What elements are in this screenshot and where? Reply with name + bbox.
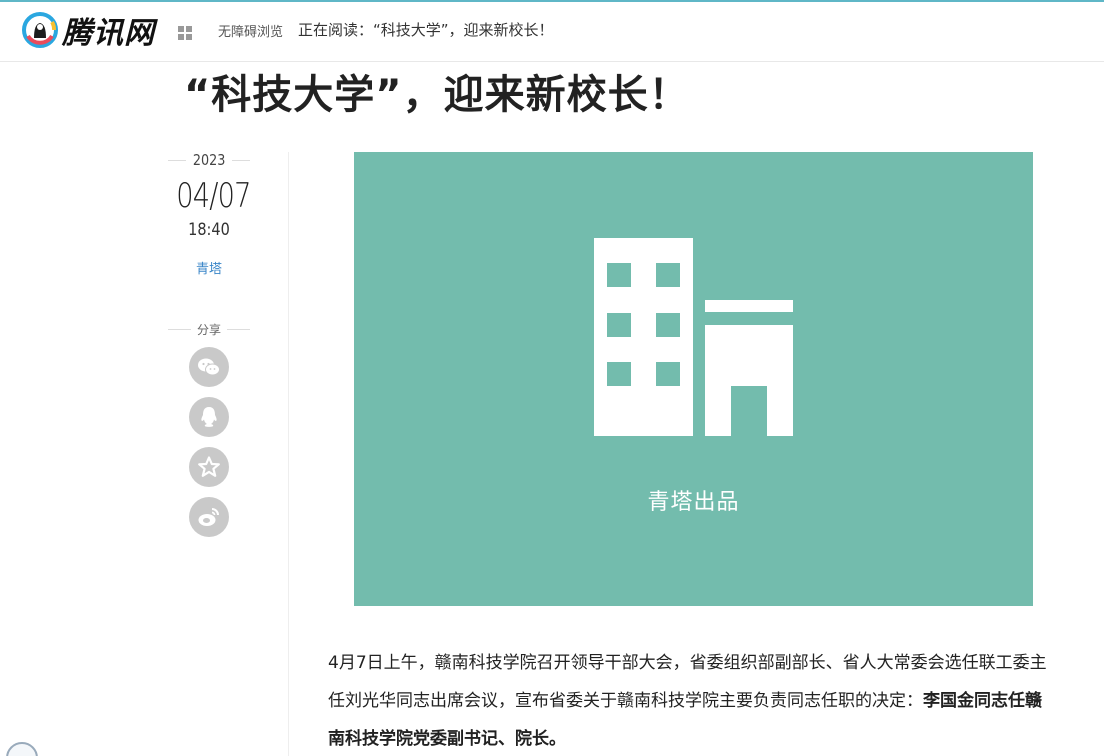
floating-help-button[interactable] bbox=[6, 742, 38, 756]
article-title: “科技大学”，迎来新校长！ bbox=[184, 72, 690, 118]
tencent-logo[interactable]: 腾讯网 bbox=[22, 10, 155, 51]
cover-image: 青塔出品 bbox=[354, 152, 1033, 606]
weibo-icon bbox=[198, 508, 219, 526]
publish-date: 04/07 bbox=[176, 176, 251, 216]
source-link[interactable]: 青塔 bbox=[168, 258, 250, 277]
year-row: 2023 bbox=[168, 150, 250, 170]
qq-icon bbox=[201, 407, 217, 427]
share-favorite-button[interactable] bbox=[189, 447, 229, 487]
accessibility-link[interactable]: 无障碍浏览 bbox=[218, 21, 283, 40]
share-weibo-button[interactable] bbox=[189, 497, 229, 537]
article-paragraph: 4月7日上午，赣南科技学院召开领导干部大会，省委组织部副部长、省人大常委会选任联… bbox=[328, 644, 1054, 756]
cover-caption: 青塔出品 bbox=[647, 490, 740, 515]
publish-year: 2023 bbox=[192, 151, 226, 169]
article-meta: 2023 04/07 18:40 青塔 分享 bbox=[168, 150, 251, 537]
share-qq-button[interactable] bbox=[189, 397, 229, 437]
now-reading-title: 正在阅读：“科技大学”，迎来新校长！ bbox=[298, 21, 554, 39]
favorite-star-icon bbox=[198, 456, 220, 477]
share-label: 分享 bbox=[197, 322, 222, 337]
share-wechat-button[interactable] bbox=[189, 347, 229, 387]
wechat-icon bbox=[198, 358, 220, 376]
divider bbox=[168, 328, 191, 330]
site-header: 腾讯网 无障碍浏览 正在阅读：“科技大学”，迎来新校长！ bbox=[0, 2, 1104, 62]
logo-text: 腾讯网 bbox=[62, 16, 155, 51]
share-header: 分享 bbox=[168, 321, 251, 337]
building-icon bbox=[594, 238, 793, 436]
divider bbox=[232, 159, 250, 161]
grid-icon[interactable] bbox=[178, 26, 192, 40]
divider bbox=[227, 328, 251, 330]
divider bbox=[168, 159, 186, 161]
tencent-logo-icon bbox=[22, 12, 58, 48]
column-divider bbox=[288, 152, 289, 756]
publish-time: 18:40 bbox=[188, 220, 230, 240]
article-body: 4月7日上午，赣南科技学院召开领导干部大会，省委组织部副部长、省人大常委会选任联… bbox=[328, 644, 1054, 756]
